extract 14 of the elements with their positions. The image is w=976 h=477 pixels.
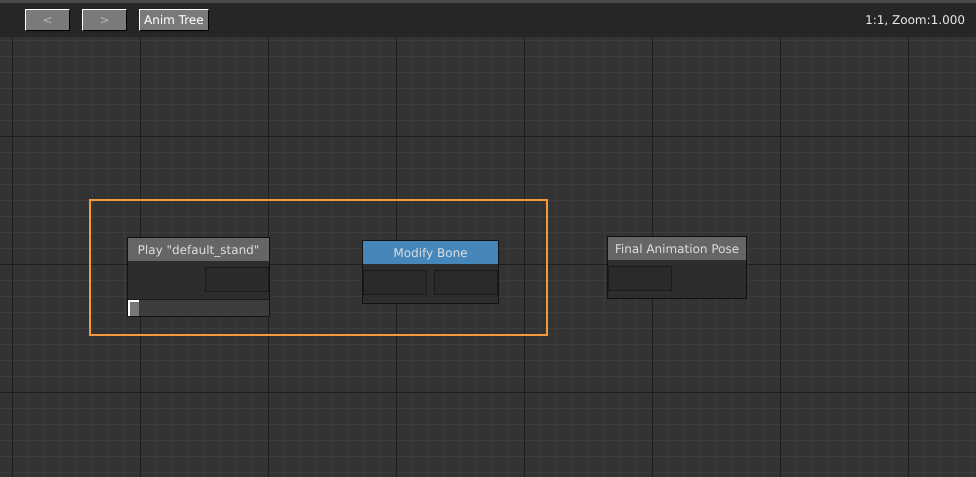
node-title: Play "default_stand" xyxy=(128,238,269,261)
node-title: Modify Bone xyxy=(363,241,498,264)
slider-track[interactable] xyxy=(128,299,269,316)
slider-thumb[interactable] xyxy=(128,300,139,316)
graph-node[interactable]: Final Animation Pose xyxy=(607,236,747,299)
graph-node[interactable]: Modify Bone xyxy=(362,240,499,304)
node-slot[interactable] xyxy=(205,267,269,292)
node-title: Final Animation Pose xyxy=(608,237,746,260)
zoom-status: 1:1, Zoom:1.000 xyxy=(865,12,965,29)
node-slot[interactable] xyxy=(608,266,672,291)
node-slot[interactable] xyxy=(434,270,498,295)
toolbar-button[interactable]: Anim Tree xyxy=(139,9,209,31)
node-slot[interactable] xyxy=(363,270,427,295)
graph-node[interactable]: Play "default_stand" xyxy=(127,237,270,317)
